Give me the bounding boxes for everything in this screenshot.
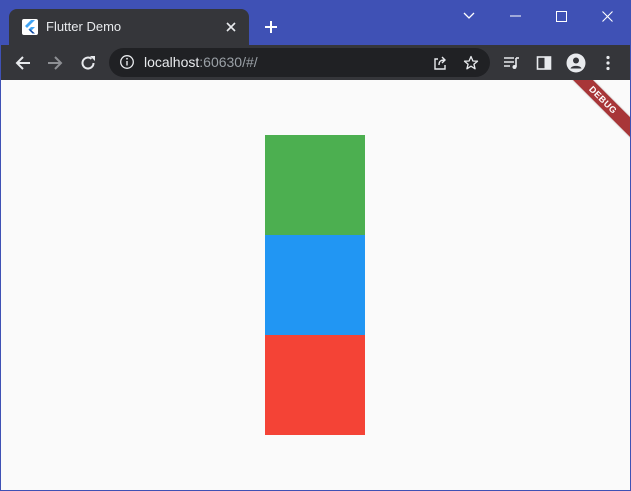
red-box xyxy=(265,335,365,435)
browser-toolbar: localhost:60630/#/ xyxy=(1,45,630,80)
green-box xyxy=(265,135,365,235)
back-arrow-icon[interactable] xyxy=(9,49,37,77)
bookmark-star-icon[interactable] xyxy=(461,53,481,73)
profile-avatar-icon[interactable] xyxy=(562,49,590,77)
blue-box xyxy=(265,235,365,335)
close-window-icon[interactable] xyxy=(584,1,630,31)
debug-banner: DEBUG xyxy=(559,80,630,144)
page-content: DEBUG xyxy=(1,80,630,490)
url-host: localhost xyxy=(144,54,200,70)
forward-arrow-icon[interactable] xyxy=(41,49,69,77)
side-panel-icon[interactable] xyxy=(530,49,558,77)
title-bar: Flutter Demo xyxy=(1,1,630,45)
new-tab-icon[interactable] xyxy=(259,15,283,39)
reload-icon[interactable] xyxy=(74,49,102,77)
more-menu-icon[interactable] xyxy=(594,49,622,77)
close-tab-icon[interactable] xyxy=(221,17,241,37)
media-controls-icon[interactable] xyxy=(498,49,526,77)
site-info-icon[interactable] xyxy=(119,54,135,70)
tab-flutter-demo[interactable]: Flutter Demo xyxy=(9,9,249,45)
browser-window: Flutter Demo localhost:60630/#/ DEBUG xyxy=(0,0,631,491)
share-icon[interactable] xyxy=(430,53,450,73)
minimize-icon[interactable] xyxy=(492,1,538,31)
url-path: :60630/#/ xyxy=(199,54,258,70)
tab-title: Flutter Demo xyxy=(46,19,122,34)
url-text[interactable]: localhost:60630/#/ xyxy=(144,54,258,71)
address-bar[interactable]: localhost:60630/#/ xyxy=(109,48,490,77)
flutter-icon xyxy=(22,19,38,35)
maximize-icon[interactable] xyxy=(538,1,584,31)
tab-search-chevron-icon[interactable] xyxy=(446,1,492,31)
